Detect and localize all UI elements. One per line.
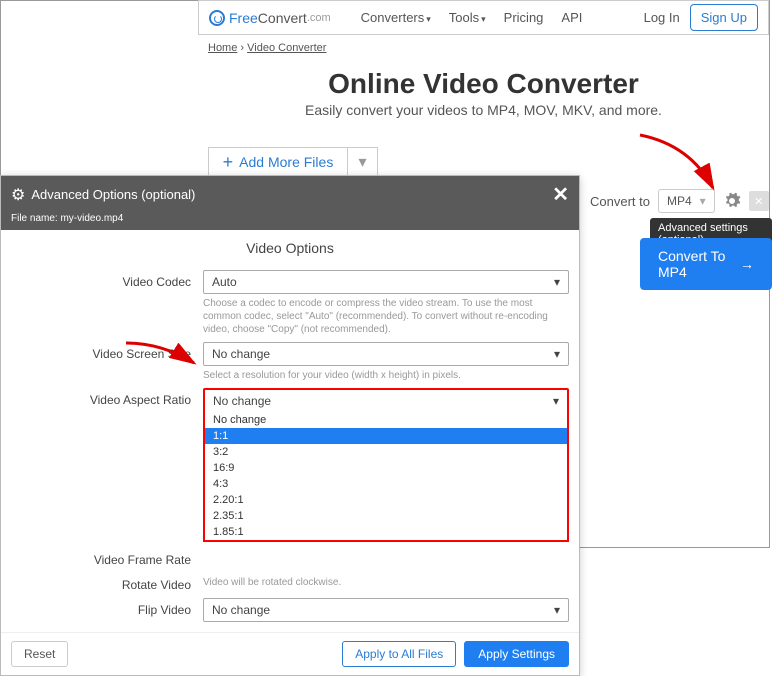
label-frame-rate: Video Frame Rate: [11, 548, 191, 567]
remove-icon[interactable]: ✕: [749, 191, 769, 211]
reset-button[interactable]: Reset: [11, 641, 68, 667]
aspect-opt[interactable]: No change: [205, 412, 567, 428]
apply-all-button[interactable]: Apply to All Files: [342, 641, 456, 667]
modal-title: Advanced Options (optional): [31, 187, 195, 202]
advanced-options-modal: ⚙ Advanced Options (optional) ✕ File nam…: [0, 175, 580, 676]
logo-convert: Convert: [258, 10, 307, 26]
top-nav: FreeConvert.com Converters▾ Tools▾ Prici…: [198, 0, 769, 35]
crumb-video[interactable]: Video Converter: [247, 42, 326, 54]
help-rotate: Video will be rotated clockwise.: [203, 576, 569, 589]
section-title: Video Options: [1, 230, 579, 266]
label-screen-size: Video Screen Size: [11, 342, 191, 361]
format-select[interactable]: MP4▾: [658, 189, 715, 213]
label-rotate: Rotate Video: [11, 573, 191, 592]
aspect-ratio-dropdown: No change 1:1 3:2 16:9 4:3 2.20:1 2.35:1…: [203, 412, 569, 542]
label-flip: Flip Video: [11, 598, 191, 617]
filename-label: File name:: [11, 213, 58, 224]
aspect-opt[interactable]: 2.35:1: [205, 508, 567, 524]
login-link[interactable]: Log In: [644, 10, 680, 25]
logo[interactable]: FreeConvert.com: [209, 10, 331, 26]
aspect-opt[interactable]: 16:9: [205, 460, 567, 476]
aspect-opt[interactable]: 1:1: [205, 428, 567, 444]
logo-free: Free: [229, 10, 258, 26]
logo-com: .com: [307, 12, 331, 24]
filename-value: my-video.mp4: [60, 213, 123, 224]
select-flip[interactable]: No change▾: [203, 598, 569, 622]
page-title: Online Video Converter: [198, 68, 769, 100]
select-screen-size[interactable]: No change▾: [203, 342, 569, 366]
breadcrumb: Home › Video Converter: [208, 42, 326, 54]
apply-settings-button[interactable]: Apply Settings: [464, 641, 569, 667]
convert-to-label: Convert to: [590, 194, 650, 209]
chevron-down-icon: ▾: [554, 275, 560, 289]
select-video-codec[interactable]: Auto▾: [203, 270, 569, 294]
aspect-opt[interactable]: 2.20:1: [205, 492, 567, 508]
gear-icon[interactable]: [723, 192, 741, 210]
label-aspect-ratio: Video Aspect Ratio: [11, 388, 191, 407]
nav-api[interactable]: API: [561, 10, 582, 25]
annotation-arrow-gear: [635, 130, 725, 198]
crumb-home[interactable]: Home: [208, 42, 237, 54]
convert-button[interactable]: Convert To MP4→: [640, 238, 772, 290]
chevron-down-icon: ▾: [553, 394, 559, 408]
logo-icon: [209, 10, 225, 26]
gear-icon: ⚙: [11, 185, 25, 205]
select-aspect-ratio[interactable]: No change▾: [203, 388, 569, 414]
chevron-down-icon: ▾: [426, 14, 431, 24]
nav-converters[interactable]: Converters▾: [361, 10, 431, 25]
help-video-codec: Choose a codec to encode or compress the…: [203, 297, 569, 336]
help-screen-size: Select a resolution for your video (widt…: [203, 369, 569, 382]
aspect-opt[interactable]: 3:2: [205, 444, 567, 460]
label-video-codec: Video Codec: [11, 270, 191, 289]
plus-icon: +: [223, 152, 234, 173]
signup-button[interactable]: Sign Up: [690, 4, 758, 31]
arrow-right-icon: →: [740, 256, 754, 272]
add-more-files: +Add More Files ▾: [208, 147, 378, 177]
add-more-button[interactable]: +Add More Files: [209, 152, 347, 173]
nav-tools[interactable]: Tools▾: [449, 10, 486, 25]
chevron-down-icon: ▾: [554, 347, 560, 361]
aspect-opt[interactable]: 4:3: [205, 476, 567, 492]
chevron-down-icon: ▾: [700, 194, 706, 208]
add-more-dropdown[interactable]: ▾: [347, 148, 377, 176]
page-subtitle: Easily convert your videos to MP4, MOV, …: [198, 102, 769, 118]
chevron-down-icon: ▾: [554, 603, 560, 617]
nav-pricing[interactable]: Pricing: [504, 10, 544, 25]
aspect-opt[interactable]: 1.85:1: [205, 524, 567, 540]
crumb-sep: ›: [240, 42, 244, 54]
chevron-down-icon: ▾: [481, 14, 486, 24]
close-icon[interactable]: ✕: [552, 182, 569, 207]
